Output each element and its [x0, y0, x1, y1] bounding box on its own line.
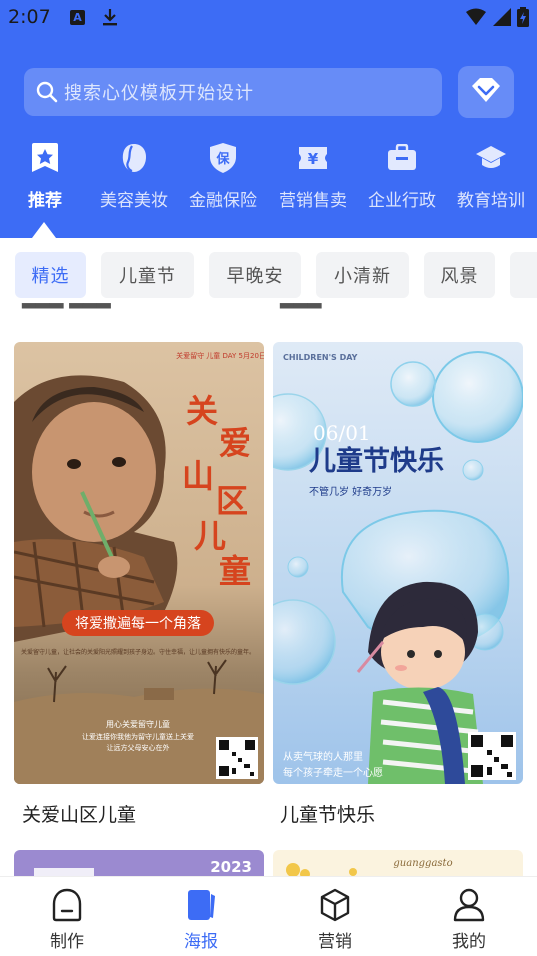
tab-label: 海报: [184, 932, 218, 952]
category-tab-finance[interactable]: 保 金融保险: [178, 136, 268, 226]
poster-footer-line: 从卖气球的人那里: [283, 750, 363, 763]
tab-label: 营销: [318, 932, 352, 952]
star-bookmark-icon: [29, 142, 61, 174]
scrolled-row-remnant: ▂▂▂ ▂▂▂ ▂▂▂: [22, 298, 322, 309]
signal-icon: [493, 8, 511, 30]
chip-childrens-day[interactable]: 儿童节: [101, 252, 194, 298]
poster-image-childrens-day: CHILDREN'S DAY 06/01 儿童节快乐 不管几岁 好奇万岁 从卖气…: [273, 342, 523, 784]
face-icon: [118, 142, 150, 174]
poster-footer-line: 让远方父母安心在外: [107, 743, 170, 752]
notification-a-icon: A: [70, 10, 85, 25]
wifi-icon: [465, 8, 487, 30]
template-card-poster[interactable]: CHILDREN'S DAY 06/01 儿童节快乐 不管几岁 好奇万岁 从卖气…: [273, 342, 523, 784]
yen-coupon-icon: ¥: [297, 142, 329, 174]
poster-footer-line: 用心关爱留守儿童: [106, 719, 170, 729]
template-card-peek[interactable]: 2023: [14, 850, 264, 876]
active-tab-indicator: [32, 222, 56, 238]
headline-char: 爱: [219, 424, 251, 462]
tab-mine[interactable]: 我的: [429, 887, 509, 952]
filter-chips: 精选 儿童节 早晚安 小清新 风景: [0, 252, 537, 298]
poster-year: 2023: [210, 858, 252, 876]
qr-code-icon: [468, 732, 516, 780]
template-card-peek[interactable]: guanggasto: [273, 850, 523, 876]
chip-morning-night[interactable]: 早晚安: [209, 252, 301, 298]
card-title: 关爱山区儿童: [22, 804, 137, 826]
category-tab-marketing[interactable]: ¥ 营销售卖: [268, 136, 358, 226]
headline-char: 山: [182, 457, 214, 495]
bottom-tab-bar: 制作 海报 营销 我的: [0, 876, 537, 956]
user-icon: [429, 887, 509, 923]
category-label: 推荐: [28, 191, 62, 211]
status-bar: 2:07 A: [0, 0, 537, 36]
poster-body-text: 关爱留守儿童，让社会的关爱阳光照耀到孩子身边。守住幸福，让儿童拥有快乐的童年。: [21, 648, 255, 656]
graduation-cap-icon: [475, 142, 507, 174]
poster-sub-text: 不管几岁 好奇万岁: [309, 485, 392, 498]
headline-char: 关: [186, 392, 218, 430]
poster-image-rural-children: 关爱留守 儿童 DAY 5月20日 关 爱 山 区 儿 童 将爱撒遍每一个角落 …: [14, 342, 264, 784]
category-tab-education[interactable]: 教育培训: [446, 136, 536, 226]
card-title: 儿童节快乐: [280, 804, 376, 826]
tab-poster[interactable]: 海报: [161, 887, 241, 952]
header: 2:07 A 搜索心仪模板开始设计 推荐 美容美妆 保 金融保险 ¥ 营销售卖 …: [0, 0, 537, 238]
template-card-poster[interactable]: 关爱留守 儿童 DAY 5月20日 关 爱 山 区 儿 童 将爱撒遍每一个角落 …: [14, 342, 264, 784]
poster-corner-text: CHILDREN'S DAY: [283, 353, 358, 362]
poster-banner-text: 将爱撒遍每一个角落: [75, 616, 201, 632]
category-label: 营销售卖: [279, 191, 347, 211]
briefcase-icon: [386, 142, 418, 174]
download-icon: [102, 7, 118, 31]
headline-char: 儿: [194, 517, 226, 555]
search-icon: [36, 81, 58, 103]
poster-script: guanggasto: [393, 858, 452, 869]
poster-top-small-text: 关爱留守 儿童 DAY 5月20日: [176, 351, 264, 360]
category-tab-recommend[interactable]: 推荐: [0, 136, 90, 226]
qr-code-icon: [216, 737, 258, 779]
poster-peek-image: 2023: [34, 858, 252, 876]
status-time: 2:07: [8, 6, 51, 28]
poster-icon: [161, 887, 241, 923]
search-placeholder: 搜索心仪模板开始设计: [64, 83, 254, 104]
search-input[interactable]: 搜索心仪模板开始设计: [24, 68, 442, 116]
poster-headline: 儿童节快乐: [309, 445, 444, 477]
category-label: 教育培训: [457, 191, 525, 211]
headline-char: 区: [216, 482, 248, 520]
box-icon: [295, 887, 375, 923]
vip-diamond-button[interactable]: [458, 66, 514, 118]
tab-label: 我的: [452, 932, 486, 952]
chip-scenery[interactable]: 风景: [424, 252, 495, 298]
tab-marketing[interactable]: 营销: [295, 887, 375, 952]
svg-text:¥: ¥: [308, 150, 319, 168]
tab-make[interactable]: 制作: [27, 887, 107, 952]
poster-date-text: 06/01: [313, 421, 371, 445]
poster-footer-line: 每个孩子牵走一个心愿: [283, 766, 383, 779]
poster-footer-line: 让爱连接你我他为留守儿童送上关爱: [82, 732, 194, 741]
category-tab-enterprise[interactable]: 企业行政: [357, 136, 447, 226]
category-label: 金融保险: [189, 191, 257, 211]
category-label: 美容美妆: [100, 191, 168, 211]
chip-fresh[interactable]: 小清新: [316, 252, 409, 298]
category-tab-beauty[interactable]: 美容美妆: [89, 136, 179, 226]
headline-char: 童: [219, 552, 251, 590]
category-label: 企业行政: [368, 191, 436, 211]
tab-label: 制作: [50, 932, 84, 952]
diamond-icon: [470, 76, 502, 108]
category-tabs: 推荐 美容美妆 保 金融保险 ¥ 营销售卖 企业行政 教育培训: [0, 136, 537, 226]
insurance-shield-icon: 保: [207, 142, 239, 174]
make-icon: [27, 887, 107, 923]
battery-icon: [517, 7, 529, 31]
chip-more[interactable]: [510, 252, 537, 298]
poster-peek-image: guanggasto: [286, 858, 453, 876]
svg-text:保: 保: [215, 151, 230, 167]
chip-featured[interactable]: 精选: [15, 252, 86, 298]
